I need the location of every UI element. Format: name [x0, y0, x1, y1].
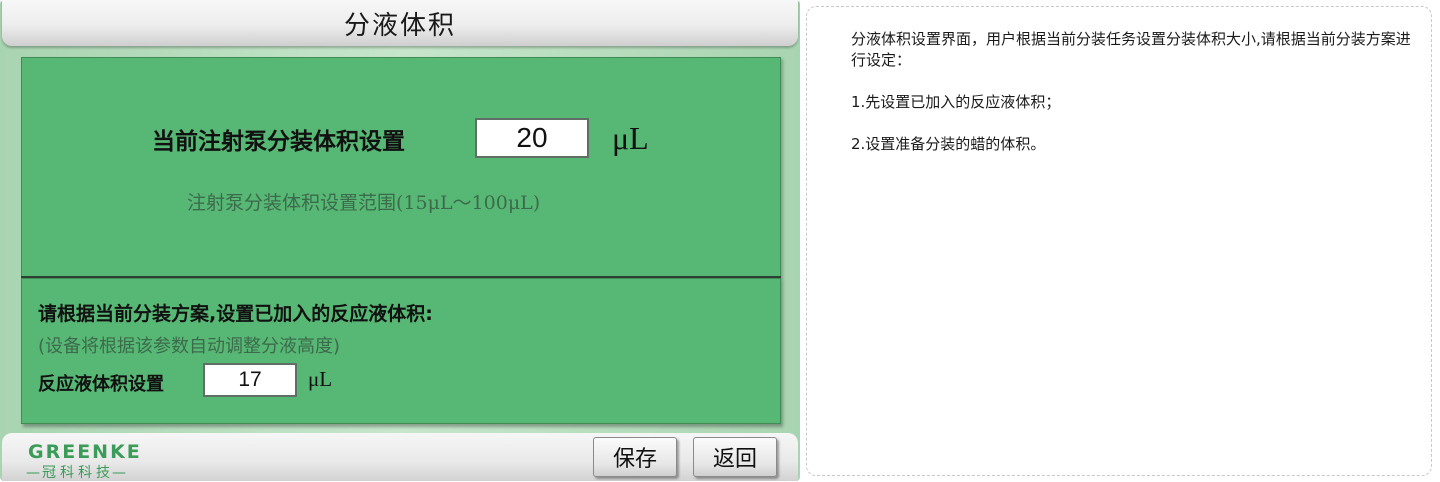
volume-range-note: 注射泵分装体积设置范围(15μL～100μL) [187, 192, 541, 214]
save-button[interactable]: 保存 [593, 437, 677, 477]
instruction-subtitle: (设备将根据该参数自动调整分液高度) [38, 336, 341, 357]
volume-input[interactable]: 20 [475, 118, 589, 158]
page-title: 分液体积 [343, 10, 456, 41]
description-intro: 分液体积设置界面，用户根据当前分装任务设置分装体积大小,请根据当前分装方案进行设… [851, 30, 1411, 69]
logo-wordmark: GREENKE [28, 441, 142, 463]
reaction-volume-input[interactable]: 17 [203, 363, 297, 397]
volume-unit: μL [612, 120, 649, 156]
device-screen: 分液体积 当前注射泵分装体积设置 20 μL 注射泵分装体积设置范围(15μL～… [0, 0, 800, 481]
reaction-volume-label: 反应液体积设置 [38, 374, 164, 395]
description-step-2: 2.设置准备分装的蜡的体积。 [851, 135, 1046, 153]
description-panel: 分液体积设置界面，用户根据当前分装任务设置分装体积大小,请根据当前分装方案进行设… [806, 6, 1432, 476]
back-button[interactable]: 返回 [693, 437, 777, 477]
footer-bar: GREENKE 冠科科技 保存 返回 [2, 433, 798, 481]
title-bar: 分液体积 [2, 0, 798, 46]
logo-subtitle: 冠科科技 [26, 462, 126, 482]
volume-label: 当前注射泵分装体积设置 [152, 129, 405, 155]
instruction-title: 请根据当前分装方案,设置已加入的反应液体积: [38, 303, 433, 325]
reaction-volume-unit: μL [308, 367, 333, 391]
description-step-1: 1.先设置已加入的反应液体积； [851, 93, 1061, 111]
reaction-panel: 请根据当前分装方案,设置已加入的反应液体积: (设备将根据该参数自动调整分液高度… [21, 278, 781, 424]
greenke-logo: GREENKE 冠科科技 [26, 438, 176, 481]
volume-panel: 当前注射泵分装体积设置 20 μL 注射泵分装体积设置范围(15μL～100μL… [21, 57, 781, 279]
description-text: 分液体积设置界面，用户根据当前分装任务设置分装体积大小,请根据当前分装方案进行设… [851, 29, 1421, 155]
